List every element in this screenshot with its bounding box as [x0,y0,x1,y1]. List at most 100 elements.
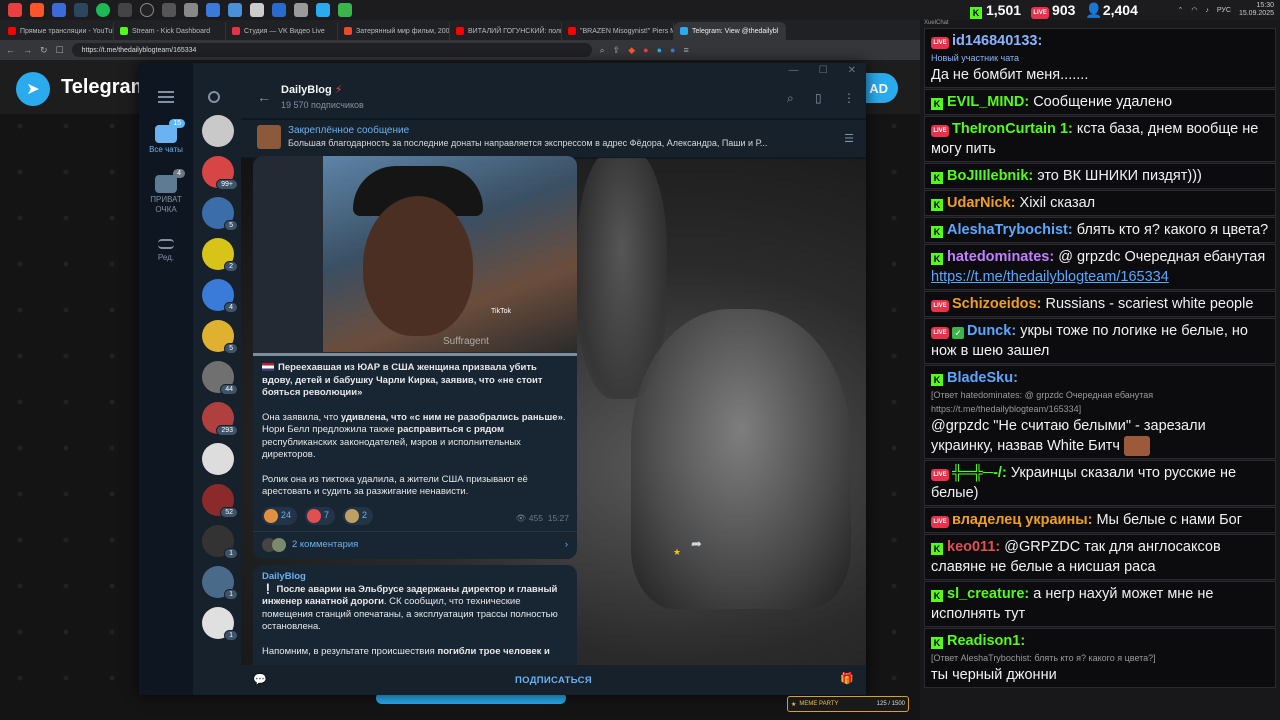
zoom-icon[interactable]: ⌕ [600,45,605,56]
maximize-icon[interactable]: ☐ [819,65,828,76]
browser-tab[interactable]: Stream - Kick Dashboard [114,22,226,40]
telegram-taskbar-icon[interactable] [316,3,330,17]
chat-username[interactable]: hatedominates [947,249,1049,265]
forward-icon[interactable]: ➦ [691,536,702,552]
steam-icon[interactable] [74,3,88,17]
chat-username[interactable]: TheIronCurtain 1 [952,121,1068,137]
reaction-chip[interactable]: 2 [343,506,374,525]
chat-username[interactable]: UdarNick [947,195,1011,211]
chat-avatar[interactable] [202,443,234,475]
live-icon: LIVE [1031,7,1050,19]
back-arrow-icon[interactable]: ← [257,89,271,105]
chat-avatar[interactable]: 44 [202,361,238,395]
folder-private[interactable]: 4 ПРИВАТ ОЧКА [139,169,193,215]
app-icon[interactable] [250,3,264,17]
bookmark-icon[interactable]: ☐ [56,45,64,56]
start-icon[interactable] [8,3,22,17]
obs-icon[interactable] [140,3,154,17]
chat-avatar[interactable]: 52 [202,484,238,518]
comments-link[interactable]: 2 комментария › [253,530,577,559]
vk-viewers: LIVE 903 [1031,2,1075,19]
browser-tab[interactable]: Затерянный мир фильм, 2009, д [338,22,450,40]
menu-icon[interactable]: ≡ [683,45,688,55]
sidebar-toggle-icon[interactable]: ▯ [815,91,822,105]
chat-username[interactable]: sl_creature [947,586,1024,602]
speaker-icon[interactable]: ♪ [1205,7,1209,14]
chat-avatar[interactable]: 99+ [202,156,238,190]
chat-username[interactable]: владелец украины [952,512,1088,528]
chat-avatar[interactable]: 1 [202,566,238,600]
chat-username[interactable]: EVIL_MIND [947,94,1024,110]
chat-username[interactable]: ╬═╬─-/ [952,465,1002,481]
chat-username[interactable]: BoJIIIlebnik [947,168,1028,184]
app-icon[interactable] [52,3,66,17]
chat-avatar[interactable] [202,115,234,147]
close-icon[interactable]: ✕ [848,65,856,76]
browser-tab[interactable]: Telegram: View @thedailybl [674,22,786,40]
folder-edit[interactable]: Ред. [139,235,193,262]
chat-avatar[interactable]: 1 [202,525,238,559]
gift-icon[interactable]: 🎁 [840,672,854,685]
reaction-chip[interactable]: 24 [262,506,298,525]
chat-separator: : [1068,121,1077,137]
pinned-message-bar[interactable]: Закреплённое сообщение Большая благодарн… [241,120,866,158]
app-icon[interactable] [162,3,176,17]
chat-avatar[interactable]: 2 [202,238,238,272]
app-icon[interactable] [184,3,198,17]
star-icon[interactable]: ★ [673,547,681,558]
browser-tab[interactable]: "BRAZEN Misogynist!" Piers Morg [562,22,674,40]
brave-icon[interactable] [30,3,44,17]
minimize-icon[interactable]: — [789,65,799,76]
live-icon: LIVE [931,300,949,312]
reaction-chip[interactable]: 7 [305,506,336,525]
chat-avatar[interactable]: 293 [202,402,238,436]
app-icon[interactable] [228,3,242,17]
chat-avatar[interactable]: 4 [202,279,238,313]
share-icon[interactable]: ⇪ [613,45,621,56]
language-indicator[interactable]: РУС [1217,7,1231,14]
chevron-up-icon[interactable]: ⌃ [1177,6,1183,14]
chat-username[interactable]: keo011 [947,539,995,555]
app-icon[interactable] [294,3,308,17]
more-vertical-icon[interactable]: ⋮ [843,91,855,105]
folder-all-chats[interactable]: 15 Все чаты [139,119,193,154]
app-icon[interactable] [118,3,132,17]
chat-avatar[interactable]: 5 [202,197,238,231]
extension-icon[interactable]: ● [670,45,675,55]
video-progress[interactable] [253,353,577,356]
pinned-list-icon[interactable]: ☰ [844,132,854,145]
chat-avatar[interactable]: 5 [202,320,238,354]
chat-username[interactable]: Dunck [967,323,1011,339]
forward-icon[interactable]: → [23,45,32,55]
video-attachment[interactable]: TikTok Suffragent [253,156,577,356]
app-icon[interactable] [272,3,286,17]
reload-icon[interactable]: ↻ [40,45,48,56]
brave-shield-icon[interactable]: ◆ [628,45,635,56]
browser-tab[interactable]: Прямые трансляции - YouTube S [2,22,114,40]
post-channel-name[interactable]: DailyBlog [262,571,568,584]
search-icon[interactable]: ⌕ [787,91,794,106]
extension-icon[interactable]: ● [657,45,662,55]
chat-bubble-icon[interactable]: 💬 [253,673,267,686]
chat-username[interactable]: Schizoeidos [952,296,1037,312]
chat-username[interactable]: AleshaTrybochist [947,222,1068,238]
chat-avatar[interactable]: 1 [202,607,238,641]
chat-link[interactable]: https://t.me/thedailyblogteam/165334 [931,269,1169,285]
spotify-icon[interactable] [96,3,110,17]
clock[interactable]: 15:30 15.09.2025 [1239,2,1274,18]
browser-tab[interactable]: ВИТАЛИЙ ГОГУНСКИЙ: полигр [450,22,562,40]
chat-username[interactable]: id146840133 [952,33,1037,49]
channel-title[interactable]: DailyBlog ⚡ [281,83,343,96]
browser-tab[interactable]: Студия — VK Видео Live [226,22,338,40]
subscribe-button[interactable]: ПОДПИСАТЬСЯ [515,675,592,686]
wifi-icon[interactable]: ◠ [1191,6,1197,14]
app-icon[interactable] [206,3,220,17]
chat-username[interactable]: BladeSku [947,370,1013,386]
menu-icon[interactable] [158,91,174,103]
back-icon[interactable]: ← [6,45,15,55]
chat-username[interactable]: Readison1 [947,633,1020,649]
app-icon[interactable] [338,3,352,17]
search-icon[interactable] [208,91,220,103]
url-field[interactable]: https://t.me/thedailyblogteam/165334 [71,43,592,57]
extension-icon[interactable]: ● [643,45,648,55]
